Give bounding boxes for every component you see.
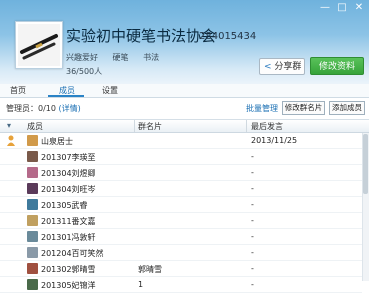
add-member-button[interactable]: 添加成员	[329, 101, 365, 115]
tag[interactable]: 书法	[143, 53, 159, 62]
avatar	[27, 199, 38, 210]
member-name: 201307李瑛至	[41, 153, 96, 162]
member-name: 201305武睿	[41, 201, 88, 210]
member-name: 201301冯敦轩	[41, 233, 96, 242]
avatar	[27, 247, 38, 258]
last-post: -	[251, 280, 254, 289]
member-name: 201305妃锦洋	[41, 281, 96, 290]
member-name: 山泉居士	[41, 137, 73, 146]
edit-profile-button[interactable]: 修改资料	[310, 57, 364, 75]
member-card: 1	[138, 280, 144, 289]
pen-icon	[18, 24, 60, 66]
active-tab-indicator	[48, 95, 84, 97]
tab-home[interactable]: 首页	[10, 85, 26, 96]
group-avatar[interactable]	[15, 21, 63, 69]
group-tags: 兴趣爱好 硬笔 书法	[66, 52, 171, 63]
table-row[interactable]: 山泉居士 2013/11/25	[0, 133, 362, 149]
sort-arrow-icon[interactable]: ▾	[7, 121, 11, 130]
avatar	[27, 215, 38, 226]
table-row[interactable]: 201301冯敦轩 -	[0, 229, 362, 245]
close-icon[interactable]: ✕	[352, 2, 366, 14]
batch-manage-link[interactable]: 批量管理	[246, 103, 278, 114]
column-divider	[134, 120, 135, 132]
header-card[interactable]: 群名片	[138, 121, 162, 132]
table-row[interactable]: 201311番文嘉 -	[0, 213, 362, 229]
group-id: 284015434	[199, 31, 257, 42]
last-post: -	[251, 264, 254, 273]
table-header: ▾ 成员 群名片 最后发言	[0, 119, 369, 133]
edit-card-button[interactable]: 修改群名片	[282, 101, 325, 115]
member-table: 山泉居士 2013/11/25 201307李瑛至 - 201304刘煜卿 - …	[0, 133, 362, 293]
table-row[interactable]: 201204百可笑然 -	[0, 245, 362, 261]
admin-count: 管理员：0/10 (详情)	[6, 103, 81, 114]
avatar	[27, 231, 38, 242]
header-member[interactable]: 成员	[27, 121, 43, 132]
last-post: -	[251, 152, 254, 161]
avatar	[27, 151, 38, 162]
table-row[interactable]: 201307李瑛至 -	[0, 149, 362, 165]
table-row[interactable]: 201305武睿 -	[0, 197, 362, 213]
admin-details-link[interactable]: (详情)	[59, 104, 81, 113]
last-post: -	[251, 248, 254, 257]
share-label: 分享群	[274, 62, 302, 72]
table-row[interactable]: 201304刘煜卿 -	[0, 165, 362, 181]
last-post: -	[251, 232, 254, 241]
member-name: 201204百可笑然	[41, 249, 104, 258]
last-post: -	[251, 184, 254, 193]
last-post: -	[251, 200, 254, 209]
table-row[interactable]: 201302郭晴雪 郭晴雪 -	[0, 261, 362, 277]
share-icon: <	[264, 62, 272, 72]
last-post: -	[251, 168, 254, 177]
tag[interactable]: 硬笔	[113, 53, 129, 62]
avatar	[27, 263, 38, 274]
table-row[interactable]: 201305妃锦洋 1 -	[0, 277, 362, 293]
member-toolbar: 管理员：0/10 (详情) 批量管理 修改群名片 添加成员	[0, 98, 369, 117]
member-name: 201302郭晴雪	[41, 265, 96, 274]
member-name: 201304刘旺岑	[41, 185, 96, 194]
scrollbar-thumb[interactable]	[363, 134, 368, 194]
tag[interactable]: 兴趣爱好	[66, 53, 98, 62]
owner-icon	[7, 135, 15, 146]
share-group-button[interactable]: < 分享群	[259, 58, 305, 75]
minimize-icon[interactable]: —	[318, 2, 332, 14]
maximize-icon[interactable]: □	[335, 2, 349, 14]
group-header: — □ ✕ 实验初中硬笔书法协会 284015434 兴趣爱好 硬笔 书法 36…	[0, 0, 369, 86]
avatar	[27, 183, 38, 194]
avatar	[27, 135, 38, 146]
admin-label: 管理员：0/10	[6, 104, 56, 113]
column-divider	[246, 120, 247, 132]
group-name: 实验初中硬笔书法协会	[66, 27, 217, 45]
table-row[interactable]: 201304刘旺岑 -	[0, 181, 362, 197]
member-name: 201304刘煜卿	[41, 169, 96, 178]
member-count: 36/500人	[66, 67, 103, 76]
avatar	[27, 167, 38, 178]
header-last-post[interactable]: 最后发言	[251, 121, 283, 132]
last-post: 2013/11/25	[251, 136, 298, 145]
member-name: 201311番文嘉	[41, 217, 96, 226]
tab-settings[interactable]: 设置	[102, 85, 118, 96]
member-card: 郭晴雪	[138, 265, 162, 274]
last-post: -	[251, 216, 254, 225]
